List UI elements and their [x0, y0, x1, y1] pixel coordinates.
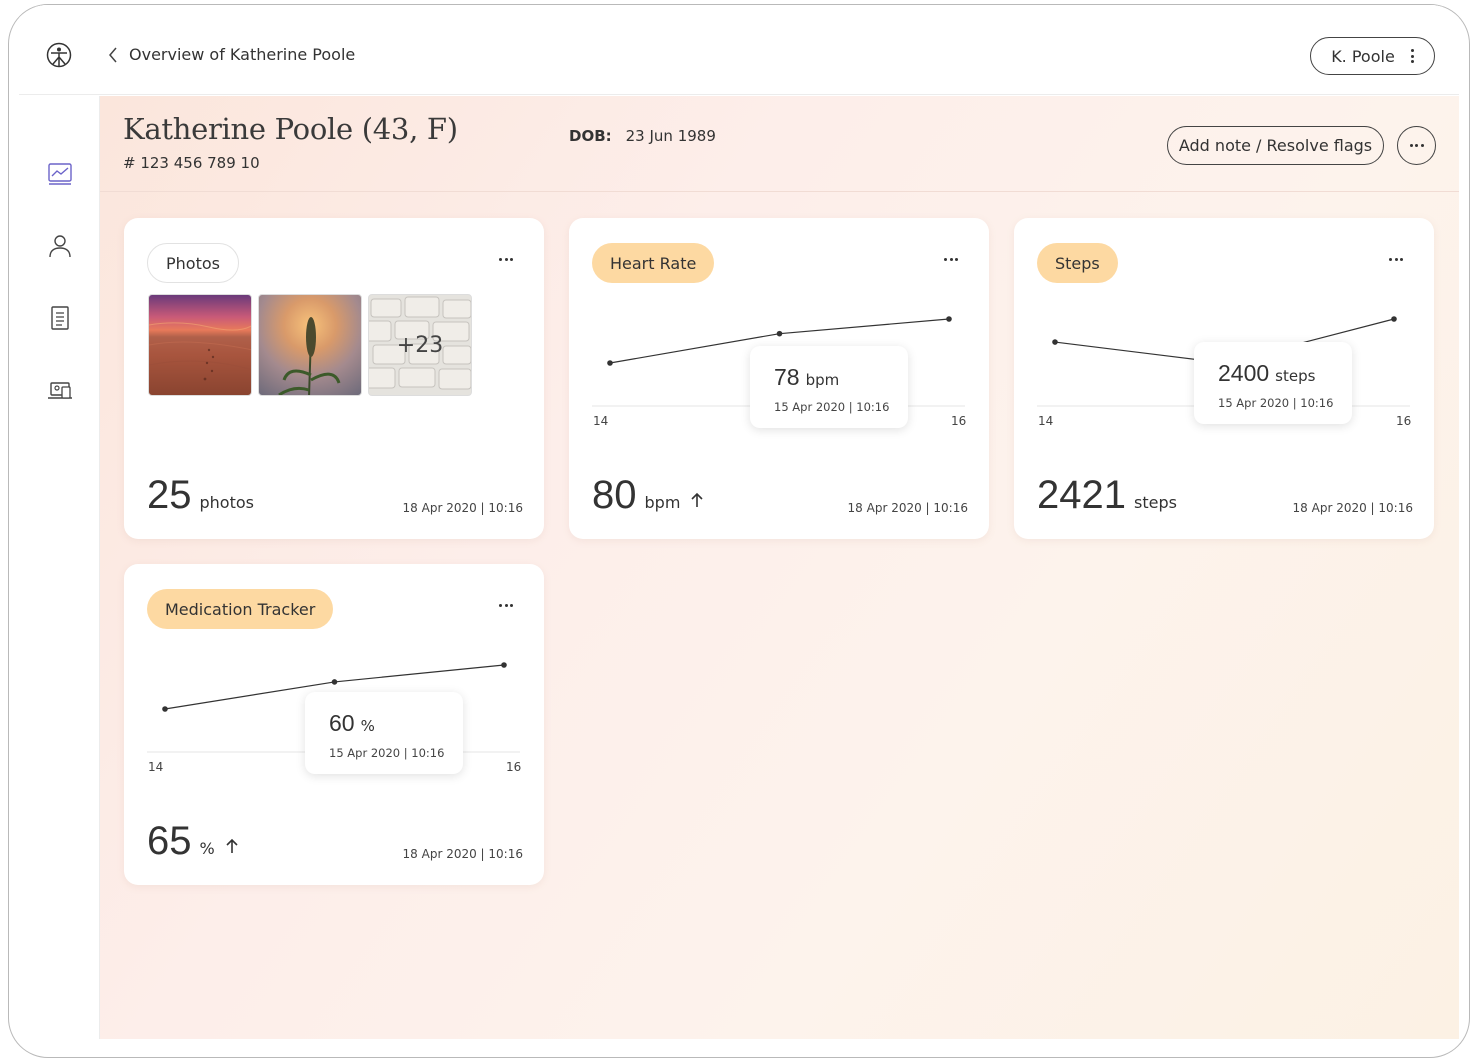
tooltip-date: 15 Apr 2020 | 10:16: [1218, 396, 1334, 410]
patient-name: Katherine Poole (43, F): [123, 112, 458, 146]
medication-total: 65 %: [147, 819, 239, 864]
arrow-up-icon: [691, 492, 703, 507]
more-photos-count: +23: [369, 295, 471, 395]
sidebar: [19, 96, 100, 1039]
photo-thumbnail[interactable]: [148, 294, 252, 396]
heart-rate-timestamp: 18 Apr 2020 | 10:16: [847, 501, 968, 515]
photo-thumbnails: +23: [148, 294, 472, 396]
photo-thumbnail[interactable]: [258, 294, 362, 396]
kebab-icon: [1410, 49, 1414, 63]
photos-timestamp: 18 Apr 2020 | 10:16: [402, 501, 523, 515]
photos-chip[interactable]: Photos: [147, 243, 239, 283]
top-bar: Overview of Katherine Poole K. Poole: [19, 5, 1459, 95]
device-frame: Overview of Katherine Poole K. Poole Kat…: [8, 4, 1470, 1058]
steps-unit: steps: [1133, 493, 1177, 512]
photos-unit: photos: [199, 493, 254, 512]
back-link[interactable]: Overview of Katherine Poole: [107, 45, 355, 64]
add-note-button[interactable]: Add note / Resolve flags: [1167, 126, 1384, 165]
data-point[interactable]: [1052, 339, 1058, 345]
x-tick-end: 16: [1396, 414, 1412, 428]
medication-tooltip: 60% 15 Apr 2020 | 10:16: [305, 692, 463, 774]
document-icon[interactable]: [47, 305, 73, 331]
steps-value: 2421: [1037, 473, 1126, 517]
data-point[interactable]: [607, 360, 613, 366]
logo-icon[interactable]: [46, 42, 72, 68]
app-screen: Overview of Katherine Poole K. Poole Kat…: [19, 5, 1459, 1039]
photos-total: 25 photos: [147, 473, 254, 518]
user-name: K. Poole: [1331, 46, 1395, 66]
x-tick-start: 14: [148, 760, 164, 774]
person-icon[interactable]: [47, 233, 73, 259]
devices-icon[interactable]: [47, 377, 73, 403]
tooltip-unit: %: [360, 717, 375, 735]
back-link-label: Overview of Katherine Poole: [129, 45, 356, 64]
more-options-button[interactable]: [1397, 126, 1436, 165]
steps-tooltip: 2400 steps 15 Apr 2020 | 10:16: [1194, 342, 1352, 424]
steps-total: 2421 steps: [1037, 473, 1177, 518]
heart-rate-tooltip: 78 bpm 15 Apr 2020 | 10:16: [750, 346, 908, 428]
tooltip-value: 78: [774, 364, 800, 390]
x-tick-start: 14: [1038, 414, 1054, 428]
data-point[interactable]: [776, 330, 783, 337]
x-tick-start: 14: [593, 414, 609, 428]
chevron-left-icon: [109, 47, 117, 62]
tooltip-unit: bpm: [805, 371, 840, 389]
ellipsis-icon: [1409, 144, 1424, 147]
tooltip-value: 60: [329, 710, 355, 736]
data-point[interactable]: [162, 706, 168, 712]
medication-unit: %: [199, 839, 215, 858]
user-menu-button[interactable]: K. Poole: [1310, 37, 1435, 75]
tooltip-unit: steps: [1275, 367, 1316, 385]
patient-header: Katherine Poole (43, F) # 123 456 789 10…: [100, 96, 1459, 192]
x-tick-end: 16: [506, 760, 522, 774]
photos-card[interactable]: Photos +23 25 photos 18 Apr 2020 | 10:16: [124, 218, 544, 539]
data-point[interactable]: [946, 316, 952, 322]
heart-rate-unit: bpm: [644, 493, 681, 512]
medication-value: 65: [147, 819, 192, 863]
main-content: Katherine Poole (43, F) # 123 456 789 10…: [100, 96, 1459, 1039]
data-point[interactable]: [1391, 316, 1397, 322]
photo-thumbnail[interactable]: +23: [368, 294, 472, 396]
ellipsis-icon[interactable]: [499, 258, 513, 261]
medication-timestamp: 18 Apr 2020 | 10:16: [402, 847, 523, 861]
heart-rate-card[interactable]: Heart Rate 14 16 78 bpm 15 Apr 2020 | 10:…: [569, 218, 989, 539]
steps-card[interactable]: Steps 14 16 2400 steps 15 Apr 2020 | 10:1…: [1014, 218, 1434, 539]
tooltip-date: 15 Apr 2020 | 10:16: [774, 400, 890, 414]
medication-card[interactable]: Medication Tracker 14 16 60% 15 Apr 2020…: [124, 564, 544, 885]
dob: DOB: 23 Jun 1989: [569, 127, 716, 145]
tooltip-date: 15 Apr 2020 | 10:16: [329, 746, 445, 760]
patient-id: # 123 456 789 10: [123, 154, 260, 172]
heart-rate-total: 80 bpm: [592, 473, 704, 518]
data-point[interactable]: [331, 679, 338, 685]
chart-icon[interactable]: [47, 161, 73, 187]
tooltip-value: 2400: [1218, 360, 1270, 386]
dob-label: DOB:: [569, 127, 612, 145]
heart-rate-value: 80: [592, 473, 637, 517]
steps-timestamp: 18 Apr 2020 | 10:16: [1292, 501, 1413, 515]
dob-value: 23 Jun 1989: [625, 127, 716, 145]
x-tick-end: 16: [951, 414, 967, 428]
arrow-up-icon: [226, 838, 238, 853]
photos-count: 25: [147, 473, 192, 517]
data-point[interactable]: [501, 662, 507, 668]
